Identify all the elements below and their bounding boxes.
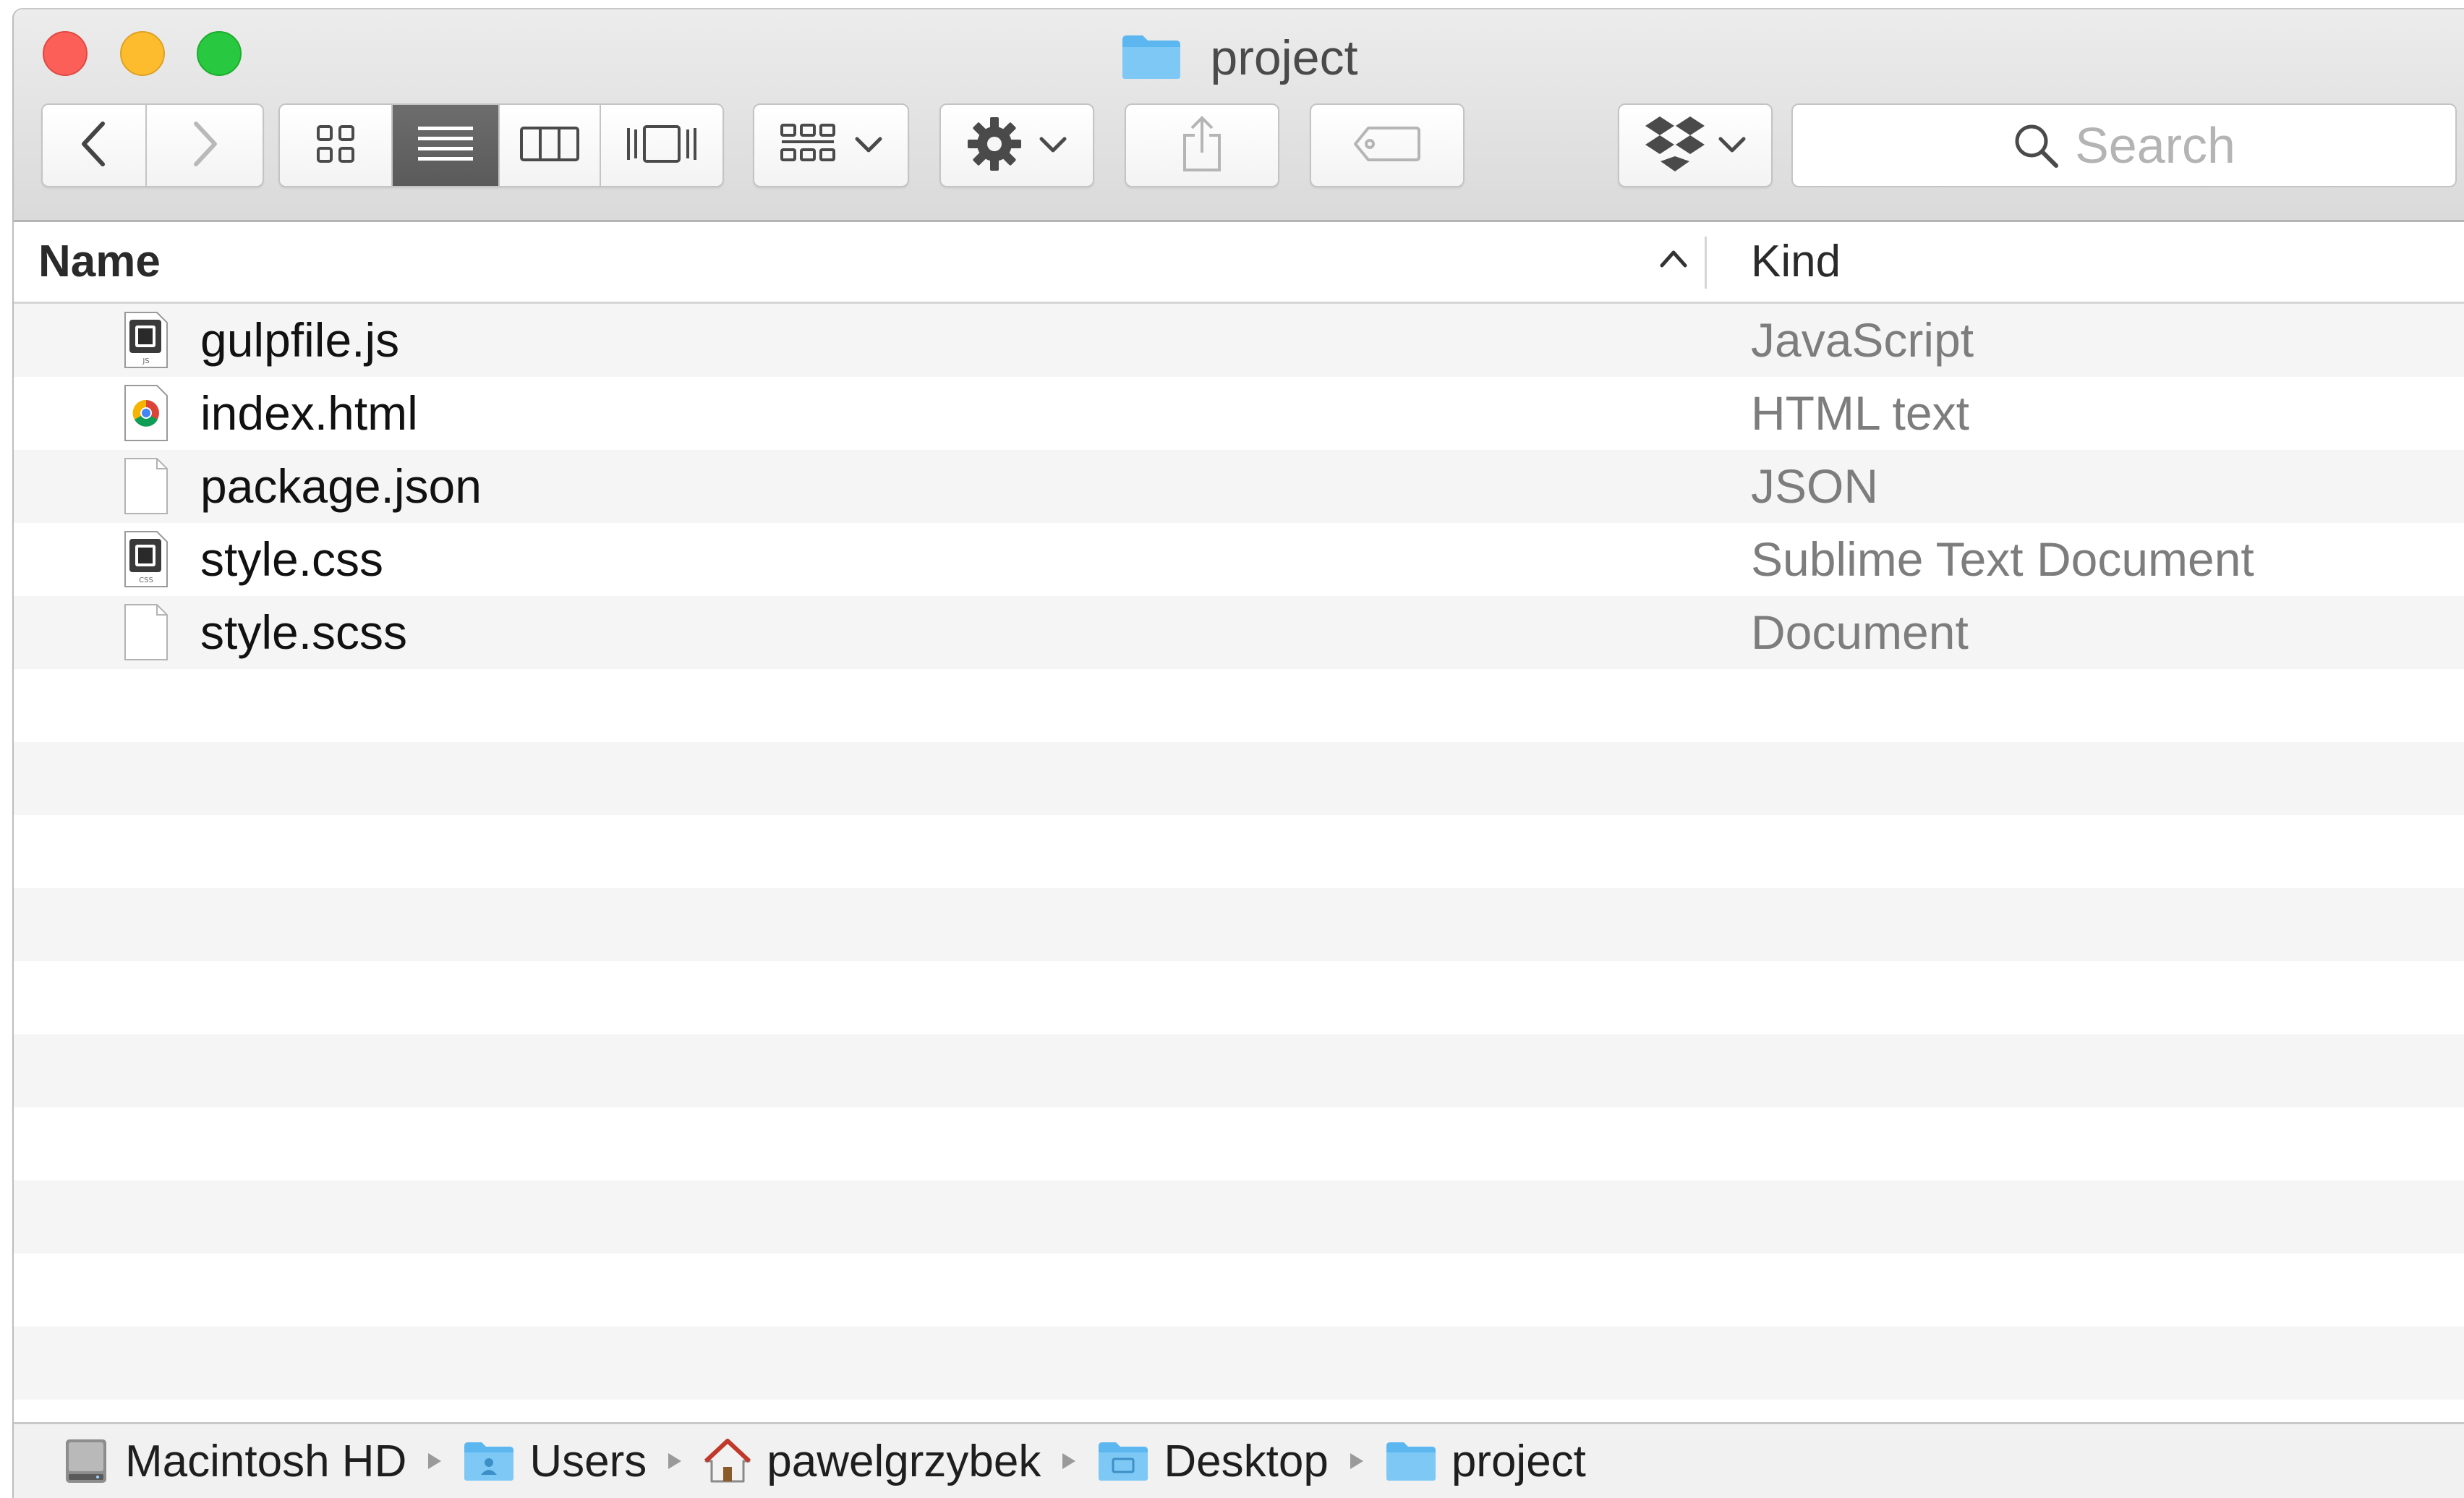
file-list: JS gulpfile.js JavaScript index.html HTM… <box>14 304 2464 1422</box>
name-column-header[interactable]: Name <box>38 222 161 302</box>
path-separator-icon <box>667 1452 683 1471</box>
hard-drive-icon <box>61 1437 111 1486</box>
path-item-pawelgrzybek[interactable]: pawelgrzybek <box>703 1436 1041 1487</box>
path-item-label: Macintosh HD <box>125 1436 407 1486</box>
desktop-folder-icon <box>1097 1440 1149 1482</box>
users-folder-icon <box>463 1440 515 1482</box>
path-item-label: project <box>1451 1436 1586 1486</box>
path-separator-icon <box>427 1452 443 1471</box>
path-bar: Macintosh HD Users pawelgrzybek Desktop … <box>14 1422 2464 1498</box>
folder-icon <box>1121 33 1182 89</box>
list-view-button[interactable] <box>393 105 500 186</box>
home-icon <box>703 1438 752 1484</box>
search-icon <box>2013 122 2059 169</box>
path-separator-icon <box>1061 1452 1077 1471</box>
share-button[interactable] <box>1125 103 1279 187</box>
arrange-grid-icon <box>779 122 837 169</box>
file-kind: JSON <box>1751 459 1879 513</box>
columns-icon <box>519 124 580 168</box>
file-name: package.json <box>200 459 482 513</box>
cover-flow-icon <box>626 122 698 169</box>
blank-document-icon <box>122 457 170 515</box>
sublime-js-icon: JS <box>122 311 170 369</box>
svg-text:CSS: CSS <box>139 576 153 584</box>
gear-icon <box>966 116 1023 176</box>
navigation-group <box>41 103 264 187</box>
file-name: style.scss <box>200 605 408 659</box>
sort-ascending-icon[interactable] <box>1659 248 1688 272</box>
list-icon <box>417 124 474 168</box>
search-input[interactable]: Search <box>1791 103 2457 187</box>
forward-button[interactable] <box>147 105 263 186</box>
path-separator-icon <box>1349 1452 1365 1471</box>
grid-icon <box>315 124 356 168</box>
column-header: Name Kind <box>14 222 2464 304</box>
file-name: index.html <box>200 386 418 440</box>
share-icon <box>1179 115 1225 176</box>
file-row[interactable]: CSS style.css Sublime Text Document <box>14 523 2464 596</box>
window-title-text: project <box>1210 30 1358 85</box>
path-item-users[interactable]: Users <box>463 1436 647 1487</box>
chevron-down-icon <box>854 136 883 155</box>
column-view-button[interactable] <box>500 105 601 186</box>
blank-document-icon <box>122 603 170 661</box>
path-item-label: Desktop <box>1164 1436 1329 1486</box>
file-row[interactable]: index.html HTML text <box>14 377 2464 450</box>
column-divider[interactable] <box>1705 237 1707 289</box>
file-kind: JavaScript <box>1751 313 1974 367</box>
dropbox-icon <box>1644 115 1706 176</box>
titlebar: project Search <box>14 9 2464 222</box>
chevron-down-icon <box>1039 136 1067 155</box>
kind-column-header[interactable]: Kind <box>1751 222 1841 302</box>
cover-flow-view-button[interactable] <box>601 105 722 186</box>
file-row[interactable]: JS gulpfile.js JavaScript <box>14 304 2464 377</box>
back-button[interactable] <box>43 105 147 186</box>
icon-view-button[interactable] <box>280 105 393 186</box>
action-button[interactable] <box>939 103 1094 187</box>
chevron-right-icon <box>190 121 219 171</box>
file-row[interactable]: style.scss Document <box>14 596 2464 669</box>
dropbox-button[interactable] <box>1618 103 1773 187</box>
chevron-left-icon <box>80 121 108 171</box>
svg-text:JS: JS <box>142 357 149 365</box>
path-item-desktop[interactable]: Desktop <box>1097 1436 1329 1487</box>
file-name: style.css <box>200 532 384 586</box>
path-item-project[interactable]: project <box>1385 1436 1586 1487</box>
path-item-label: Users <box>529 1436 647 1486</box>
sublime-css-icon: CSS <box>122 530 170 588</box>
arrange-button[interactable] <box>753 103 909 187</box>
finder-window: project Search Name Kind JS gulpfile.js … <box>12 8 2464 1498</box>
tag-icon <box>1352 124 1422 168</box>
search-placeholder: Search <box>2075 117 2235 174</box>
file-row[interactable]: package.json JSON <box>14 450 2464 523</box>
chrome-document-icon <box>122 384 170 442</box>
path-item-macintosh-hd[interactable]: Macintosh HD <box>61 1436 406 1487</box>
file-kind: Document <box>1751 605 1969 659</box>
file-kind: Sublime Text Document <box>1751 532 2254 586</box>
path-item-label: pawelgrzybek <box>767 1436 1041 1486</box>
folder-icon <box>1385 1440 1437 1482</box>
file-kind: HTML text <box>1751 386 1969 440</box>
view-mode-control <box>278 103 724 187</box>
tags-button[interactable] <box>1310 103 1465 187</box>
file-name: gulpfile.js <box>200 313 400 367</box>
window-title: project <box>14 33 2464 89</box>
chevron-down-icon <box>1718 136 1747 155</box>
